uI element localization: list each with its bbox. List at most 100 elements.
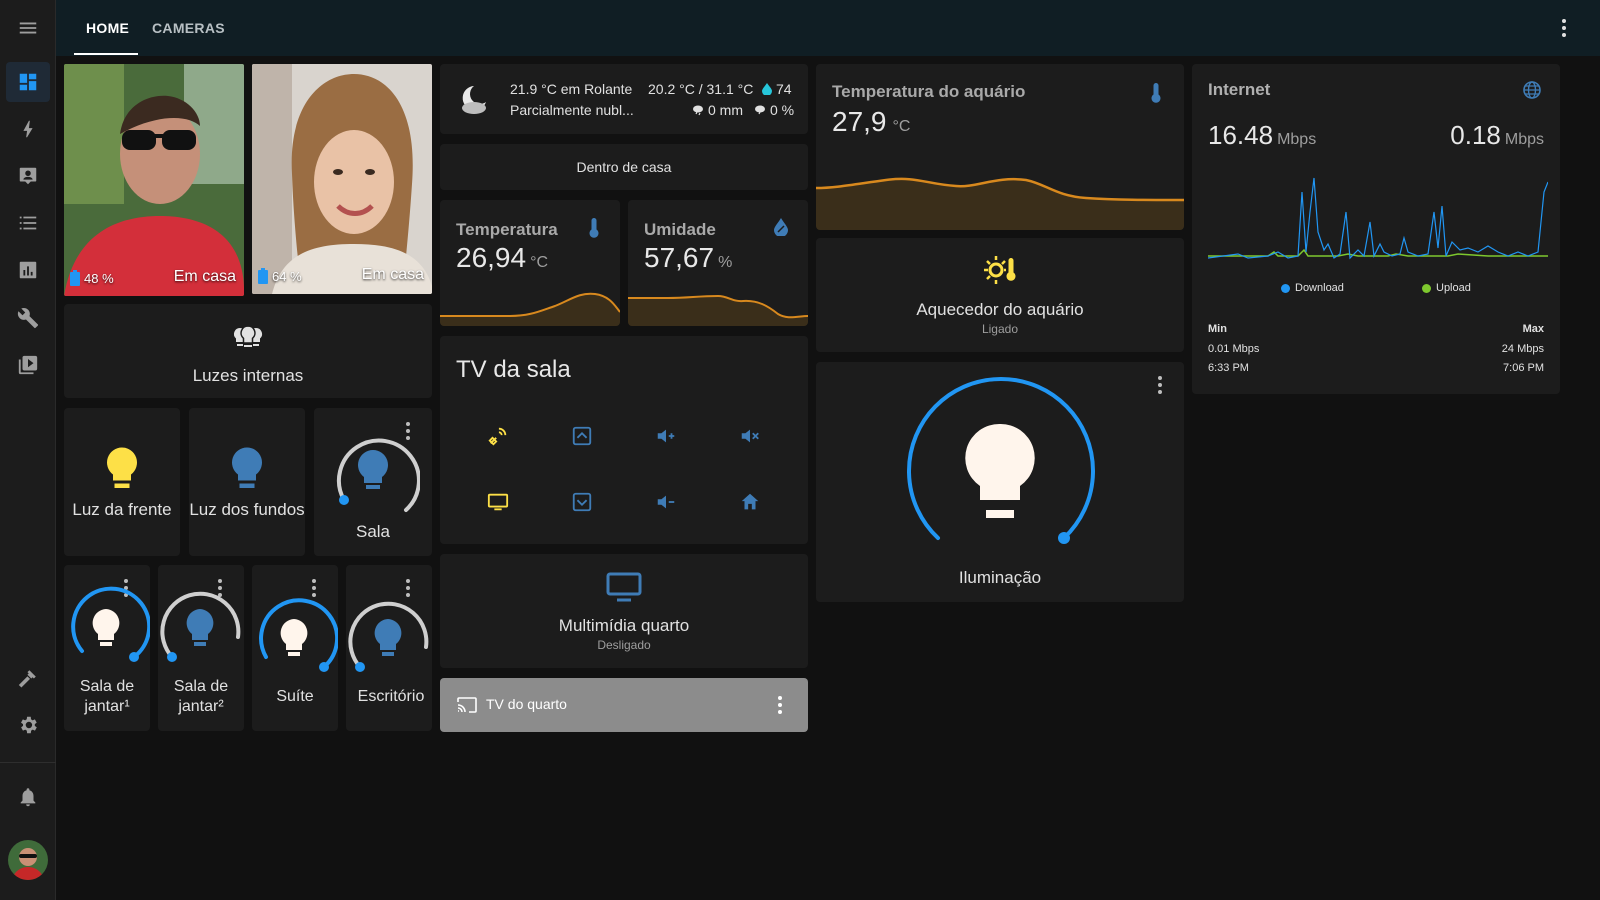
internet-card[interactable]: Internet 16.48 Mbps 0.18 Mbps Download Upl… <box>1192 64 1560 394</box>
arrow-down-box-icon <box>572 492 592 512</box>
arrow-up-box-icon <box>572 426 592 446</box>
aquarium-temp-unit: °C <box>892 118 911 135</box>
overflow-menu-button[interactable] <box>1552 16 1576 40</box>
wrench-icon <box>17 308 39 329</box>
weather-partly-cloudy-icon <box>462 86 486 114</box>
weather-location-temp: 21.9 °C em Rolante <box>510 81 633 97</box>
more-options-button[interactable] <box>778 696 782 717</box>
lights-group-card[interactable]: Luzes internas <box>64 304 432 398</box>
active-tab-indicator <box>74 53 138 55</box>
sidebar-item-settings[interactable] <box>6 705 50 745</box>
max-value: 24 Mbps <box>1501 343 1544 355</box>
min-label: Min <box>1208 323 1227 335</box>
humidity-sparkline <box>628 294 808 326</box>
lightbulb-icon <box>232 447 262 488</box>
volume-off-icon <box>741 429 759 443</box>
rain-icon <box>693 105 703 116</box>
internet-title: Internet <box>1208 80 1271 99</box>
sidebar-item-history[interactable] <box>6 250 50 290</box>
sidebar-item-overview[interactable] <box>6 62 50 102</box>
weather-condition: Parcialmente nubl... <box>510 102 634 118</box>
more-vertical-icon <box>1562 19 1566 37</box>
overview-icon <box>19 73 37 91</box>
aquarium-temp-card[interactable]: Temperatura do aquário 27,9 °C <box>816 64 1184 230</box>
more-options-button[interactable] <box>1158 376 1162 397</box>
temperature-value: 26,94 <box>456 242 527 273</box>
battery-level-2: 64 % <box>272 268 302 284</box>
multimedia-card[interactable]: Multimídia quarto Desligado <box>440 554 808 668</box>
home-button[interactable] <box>730 482 770 522</box>
brightness-dial[interactable] <box>64 585 150 671</box>
sidebar-divider <box>0 762 56 763</box>
weather-card[interactable]: 21.9 °C em Rolante Parcialmente nubl... … <box>440 64 808 134</box>
sidebar-item-person[interactable] <box>6 156 50 196</box>
person-card-2[interactable]: 64 % Em casa <box>252 64 432 294</box>
tv-title: TV da sala <box>456 356 571 383</box>
notifications-button[interactable] <box>6 777 50 817</box>
media-icon <box>18 355 38 375</box>
brightness-dial[interactable] <box>158 585 244 671</box>
sensor-name: Umidade <box>644 220 716 239</box>
light-tile-jantar2[interactable]: Sala de jantar² <box>158 565 244 731</box>
tv-quarto-media-player[interactable]: TV do quarto <box>440 678 808 732</box>
humidity-sensor-card[interactable]: Umidade 57,67% <box>628 200 808 326</box>
upload-dot-icon <box>1422 283 1431 293</box>
cast-button[interactable] <box>478 416 518 456</box>
legend-download-label: Download <box>1295 282 1344 294</box>
person-status-1: Em casa <box>173 268 236 285</box>
sidebar-item-logbook[interactable] <box>6 203 50 243</box>
light-label: Luz da frente <box>72 500 172 519</box>
sidebar <box>0 0 56 900</box>
person-card-1[interactable]: 48 % Em casa <box>64 64 244 296</box>
person-footer-2: 64 % Em casa <box>252 258 432 294</box>
monitor-icon <box>606 572 642 602</box>
volume-down-button[interactable] <box>646 482 686 522</box>
presence-button[interactable]: Dentro de casa <box>440 144 808 190</box>
brightness-dial[interactable] <box>326 424 420 518</box>
battery-icon <box>70 270 80 286</box>
brightness-dial[interactable] <box>252 595 338 681</box>
light-tile-back[interactable]: Luz dos fundos <box>189 408 305 556</box>
sidebar-item-tools[interactable] <box>6 298 50 338</box>
download-unit: Mbps <box>1277 131 1317 148</box>
precip-prob-value: 0 % <box>770 102 795 118</box>
volume-plus-icon <box>657 429 675 443</box>
tab-cameras[interactable]: CAMERAS <box>152 0 225 56</box>
temperature-sensor-card[interactable]: Temperatura 26,94 °C <box>440 200 620 326</box>
light-tile-front[interactable]: Luz da frente <box>64 408 180 556</box>
mute-button[interactable] <box>730 416 770 456</box>
iluminacao-card[interactable]: Iluminação <box>816 362 1184 602</box>
tv-power-button[interactable] <box>478 482 518 522</box>
light-tile-suite[interactable]: Suíte <box>252 565 338 731</box>
avatar[interactable] <box>8 840 48 880</box>
upload-reading: 0.18 Mbps <box>1450 120 1544 151</box>
menu-button[interactable] <box>6 8 50 48</box>
channel-down-button[interactable] <box>562 482 602 522</box>
battery-level-1: 48 % <box>84 270 114 286</box>
sidebar-item-energy[interactable] <box>6 109 50 149</box>
thermometer-sun-icon <box>984 256 1016 284</box>
heater-name: Aquecedor do aquário <box>916 300 1084 319</box>
light-tile-sala[interactable]: Sala <box>314 408 432 556</box>
weather-precip: 0 mm <box>692 102 743 118</box>
internet-graph <box>1208 177 1548 260</box>
tab-home[interactable]: HOME <box>86 0 129 56</box>
light-tile-jantar1[interactable]: Sala de jantar¹ <box>64 565 150 731</box>
brightness-dial[interactable] <box>346 595 432 681</box>
aquarium-temp-sparkline <box>816 177 1184 230</box>
sidebar-item-developer[interactable] <box>6 658 50 698</box>
light-tile-escritorio[interactable]: Escritório <box>346 565 432 731</box>
channel-up-button[interactable] <box>562 416 602 456</box>
humidity-unit: % <box>718 254 733 271</box>
home-icon <box>741 493 759 510</box>
list-icon <box>19 216 37 230</box>
sensor-value: 57,67% <box>644 242 732 274</box>
volume-up-button[interactable] <box>646 416 686 456</box>
heater-card[interactable]: Aquecedor do aquário Ligado <box>816 238 1184 352</box>
multimedia-name: Multimídia quarto <box>558 616 690 635</box>
menu-icon <box>19 22 37 34</box>
tv-remote-card: TV da sala <box>440 336 808 544</box>
sidebar-item-media[interactable] <box>6 345 50 385</box>
brightness-dial[interactable] <box>900 376 1100 566</box>
upload-value: 0.18 <box>1450 120 1501 150</box>
